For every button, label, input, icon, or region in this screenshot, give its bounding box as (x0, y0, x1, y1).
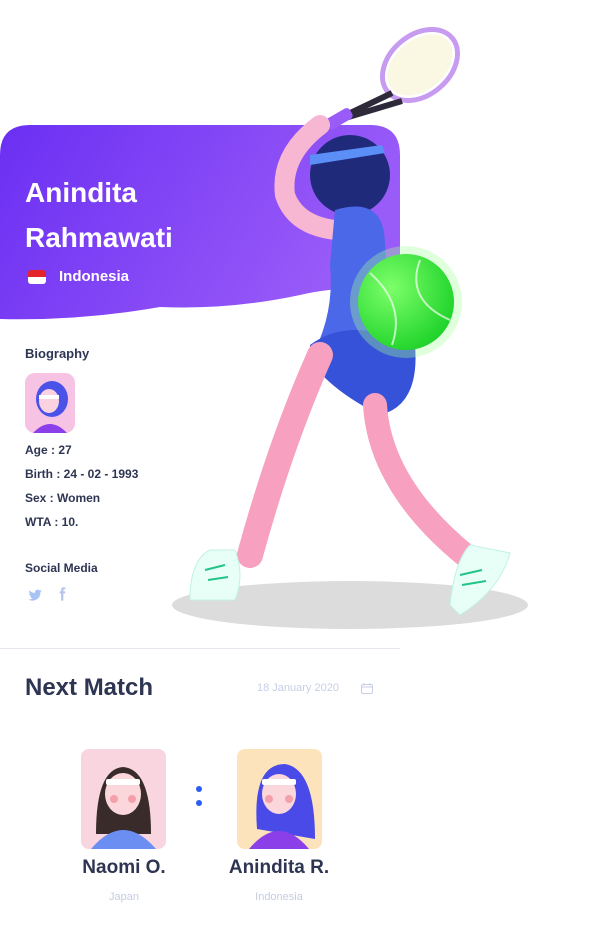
player-match-country: Indonesia (255, 891, 303, 903)
social-media-title: Social Media (25, 561, 98, 575)
match-date: 18 January 2020 (257, 682, 339, 694)
opponent-country: Japan (109, 891, 139, 903)
facebook-icon[interactable] (54, 586, 70, 602)
player-avatar (25, 373, 75, 433)
racket-icon (325, 27, 461, 130)
bio-wta: WTA : 10. (25, 515, 79, 529)
biography-title: Biography (25, 346, 90, 361)
twitter-icon[interactable] (27, 587, 43, 603)
calendar-icon[interactable] (361, 683, 373, 694)
tennis-ball-icon (358, 254, 454, 350)
opponent-avatar[interactable] (81, 749, 166, 849)
versus-separator (196, 786, 202, 792)
versus-separator (196, 800, 202, 806)
indonesia-flag-icon (28, 270, 46, 284)
opponent-name: Naomi O. (82, 857, 166, 878)
player-match-name: Anindita R. (228, 857, 330, 878)
player-country: Indonesia (59, 268, 130, 285)
player-match-avatar[interactable] (237, 749, 322, 849)
bio-age: Age : 27 (25, 443, 72, 457)
next-match-title: Next Match (25, 674, 154, 701)
section-divider (0, 648, 400, 649)
tennis-player-illustration (172, 27, 528, 629)
bio-sex: Sex : Women (25, 491, 101, 505)
bio-birth: Birth : 24 - 02 - 1993 (25, 467, 139, 481)
